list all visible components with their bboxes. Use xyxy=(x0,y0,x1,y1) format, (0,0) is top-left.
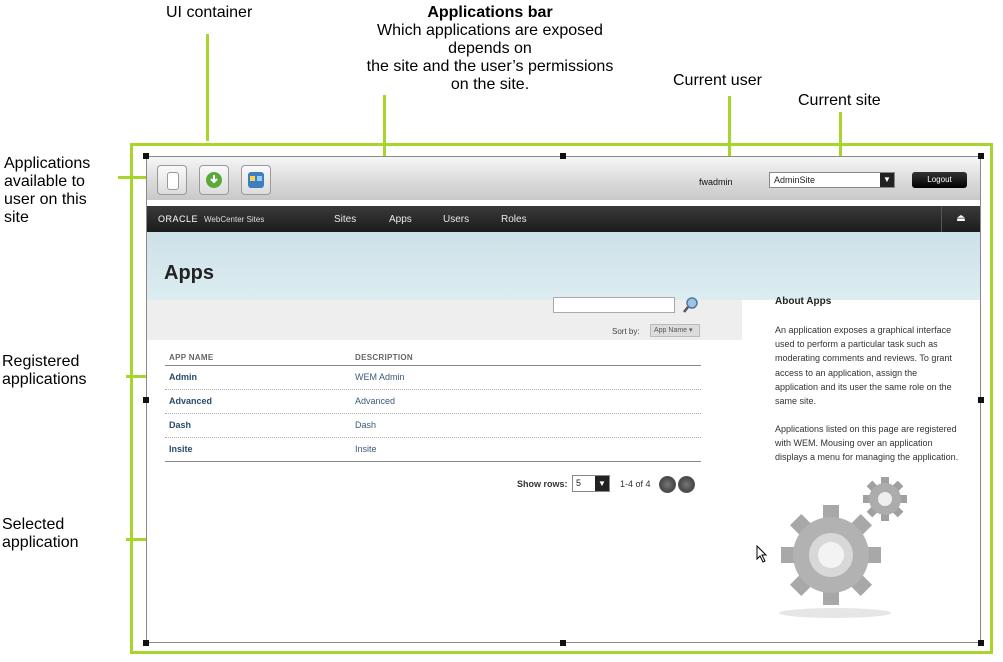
mouse-cursor-icon xyxy=(756,544,768,568)
resize-handle[interactable] xyxy=(978,397,984,403)
resize-handle[interactable] xyxy=(143,640,149,646)
table-row[interactable]: Insite Insite xyxy=(165,437,701,461)
app-name-link[interactable]: Insite xyxy=(169,444,193,454)
show-rows-label: Show rows: xyxy=(517,479,568,489)
chevron-down-icon: ▼ xyxy=(595,476,609,491)
callout-apps-available-4: site xyxy=(4,209,29,226)
nav-item-apps[interactable]: Apps xyxy=(389,214,412,225)
dashboard-app-icon[interactable] xyxy=(241,165,271,195)
table-header-description: DESCRIPTION xyxy=(355,353,413,362)
app-description: Insite xyxy=(355,444,377,454)
callout-apps-bar-title: Applications bar xyxy=(427,4,553,21)
brand-logo: ORACLE WebCenter Sites xyxy=(158,214,264,224)
app-description: Advanced xyxy=(355,396,396,406)
current-username: fwadmin xyxy=(699,177,733,187)
table-row[interactable]: Advanced Advanced xyxy=(165,389,701,413)
nav-item-users[interactable]: Users xyxy=(443,214,469,225)
about-line: used to perform a particular task such a… xyxy=(775,339,938,350)
callout-selected-1: Selected xyxy=(2,516,65,533)
brand-sub: WebCenter Sites xyxy=(204,215,265,224)
ui-container: fwadmin AdminSite ▼ Logout ORACLE WebCent… xyxy=(146,156,981,643)
about-paragraph-1: An application exposes a graphical inter… xyxy=(775,323,970,408)
resize-handle[interactable] xyxy=(143,397,149,403)
next-page-button[interactable] xyxy=(678,476,695,493)
nav-item-roles[interactable]: Roles xyxy=(501,214,527,225)
header-band xyxy=(147,232,980,300)
app-name-link[interactable]: Admin xyxy=(169,372,197,382)
admin-app-icon[interactable] xyxy=(157,165,187,195)
about-line: access to an application, assign the xyxy=(775,367,918,378)
app-description: WEM Admin xyxy=(355,372,405,382)
logout-button[interactable]: Logout xyxy=(912,172,967,188)
callout-apps-bar-desc-4: on the site. xyxy=(450,76,530,93)
about-paragraph-2: Applications listed on this page are reg… xyxy=(775,422,970,465)
about-title: About Apps xyxy=(775,296,832,307)
search-input[interactable] xyxy=(553,297,675,313)
resize-handle[interactable] xyxy=(978,153,984,159)
callout-apps-bar-desc-2: depends on xyxy=(448,40,532,57)
table-header-app-name: APP NAME xyxy=(169,353,214,362)
nav-item-sites[interactable]: Sites xyxy=(334,214,356,225)
app-description: Dash xyxy=(355,420,377,430)
search-icon[interactable] xyxy=(682,296,700,314)
about-line: An application exposes a graphical inter… xyxy=(775,325,952,335)
download-app-icon[interactable] xyxy=(199,165,229,195)
callout-apps-available-3: user on this xyxy=(4,191,87,208)
site-select-value: AdminSite xyxy=(774,175,816,185)
callout-apps-available-2: available to xyxy=(4,173,85,190)
callout-apps-available-1: Applications xyxy=(4,155,91,172)
rows-per-page-value: 5 xyxy=(576,478,582,488)
gears-icon xyxy=(777,475,907,630)
about-line: Applications listed on this page are reg… xyxy=(775,424,957,434)
table-row[interactable]: Admin WEM Admin xyxy=(165,365,701,389)
resize-handle[interactable] xyxy=(560,640,566,646)
about-line: application and its user the same role o… xyxy=(775,381,952,392)
nav-bar: ORACLE WebCenter Sites Sites Apps Users R… xyxy=(147,206,980,232)
page-info: 1-4 of 4 xyxy=(620,479,651,489)
table-bottom-rule xyxy=(165,461,701,462)
callout-ui-container: UI container xyxy=(166,4,253,21)
callout-selected-2: application xyxy=(2,534,79,551)
callout-current-site: Current site xyxy=(798,92,881,109)
callout-apps-bar-desc-1: Which applications are exposed xyxy=(377,22,603,39)
page-title: Apps xyxy=(164,262,214,284)
rows-per-page-select[interactable]: 5 ▼ xyxy=(572,475,610,492)
app-name-link[interactable]: Advanced xyxy=(169,396,212,406)
chevron-down-icon: ▼ xyxy=(880,173,894,187)
site-select[interactable]: AdminSite ▼ xyxy=(769,172,895,188)
about-line: with WEM. Mousing over an application xyxy=(775,438,933,449)
callout-registered-apps: Registered applications xyxy=(2,353,87,389)
callout-registered-1: Registered xyxy=(2,353,80,370)
eject-icon[interactable]: ⏏ xyxy=(941,206,980,232)
callout-applications-bar: Applications bar Which applications are … xyxy=(340,4,640,94)
callout-line-ui-container xyxy=(206,34,209,141)
callout-apps-available: Applications available to user on this s… xyxy=(4,155,90,227)
sort-select[interactable]: App Name ▾ xyxy=(650,324,700,337)
callout-apps-bar-desc-3: the site and the user’s permissions xyxy=(366,58,614,75)
applications-bar: fwadmin AdminSite ▼ Logout xyxy=(147,157,980,200)
about-line: displays a menu for managing the applica… xyxy=(775,452,959,463)
app-name-link[interactable]: Dash xyxy=(169,420,191,430)
resize-handle[interactable] xyxy=(978,640,984,646)
callout-registered-2: applications xyxy=(2,371,87,388)
brand-name: ORACLE xyxy=(158,214,199,224)
resize-handle[interactable] xyxy=(143,153,149,159)
about-line: same site. xyxy=(775,396,817,407)
prev-page-button[interactable] xyxy=(659,476,676,493)
about-line: moderating comments and reviews. To gran… xyxy=(775,353,952,364)
callout-current-user: Current user xyxy=(673,72,762,89)
table-row[interactable]: Dash Dash xyxy=(165,413,701,437)
callout-selected-app: Selected application xyxy=(2,516,79,552)
sort-label: Sort by: xyxy=(612,327,640,336)
resize-handle[interactable] xyxy=(560,153,566,159)
